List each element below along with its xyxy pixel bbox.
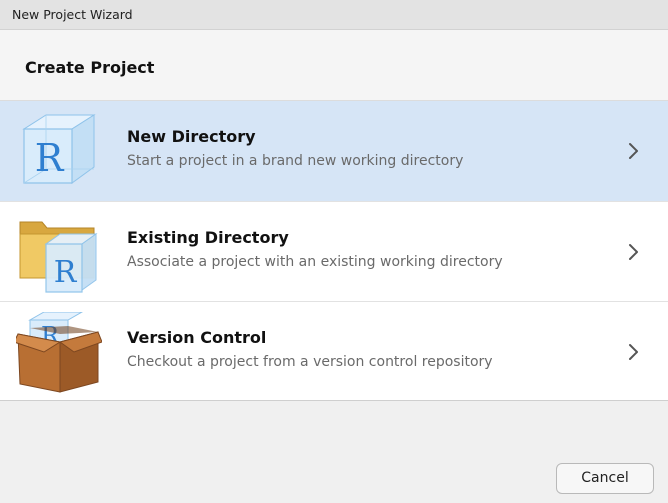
window-title: New Project Wizard — [12, 7, 133, 22]
option-new-directory[interactable]: R New Directory Start a project in a bra… — [0, 101, 668, 201]
svg-text:R: R — [54, 255, 78, 290]
page-title: Create Project — [25, 58, 155, 77]
option-existing-directory[interactable]: R Existing Directory Associate a project… — [0, 201, 668, 301]
folder-r-icon: R — [19, 221, 98, 293]
option-title: Version Control — [127, 328, 267, 347]
svg-text:R: R — [35, 136, 65, 180]
chevron-right-icon — [629, 344, 638, 360]
option-description: Associate a project with an existing wor… — [127, 254, 503, 270]
box-r-icon: R — [16, 312, 102, 393]
wizard-header: Create Project — [0, 30, 668, 100]
project-type-list: R New Directory Start a project in a bra… — [0, 100, 668, 401]
option-description: Checkout a project from a version contro… — [127, 354, 493, 370]
option-title: New Directory — [127, 127, 256, 146]
chevron-right-icon — [629, 244, 638, 260]
option-version-control[interactable]: R Version Control Checkout a project fro… — [0, 301, 668, 401]
cancel-button[interactable]: Cancel — [556, 463, 654, 494]
chevron-right-icon — [629, 143, 638, 159]
option-title: Existing Directory — [127, 228, 289, 247]
r-cube-icon: R — [22, 114, 96, 184]
window-titlebar: New Project Wizard — [0, 0, 668, 30]
option-description: Start a project in a brand new working d… — [127, 153, 464, 169]
